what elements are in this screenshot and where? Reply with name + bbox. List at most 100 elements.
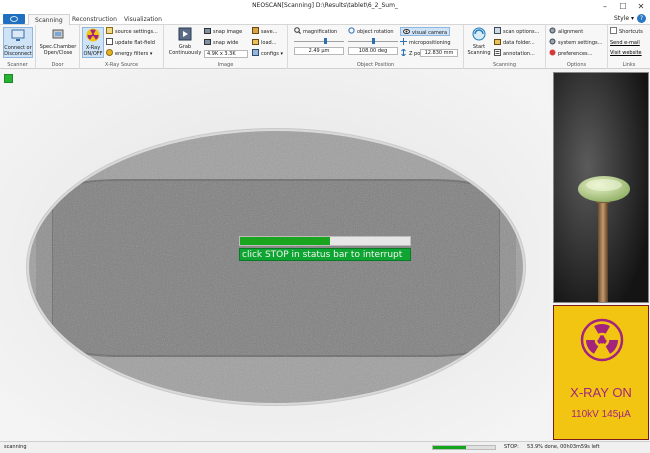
- tab-reconstruction[interactable]: Reconstruction: [66, 14, 123, 25]
- preferences-button[interactable]: preferences...: [549, 49, 592, 58]
- help-icon[interactable]: ?: [637, 14, 646, 23]
- group-label-xray-source: X-Ray Source: [104, 62, 139, 68]
- group-options: alignment system settings... preferences…: [546, 25, 608, 69]
- stop-button[interactable]: STOP:: [504, 442, 519, 453]
- radiation-icon: [86, 28, 100, 42]
- status-detail: 53.9% done, 00h03m59s left: [527, 444, 600, 450]
- grab-continuously-label: Grab Continuously: [168, 44, 202, 56]
- data-folder-label: data folder...: [503, 40, 535, 46]
- xray-status-text: X-RAY ON: [570, 385, 632, 400]
- update-flat-field-label: update flat-field: [115, 40, 155, 46]
- shortcuts-checkbox[interactable]: Shortcuts: [610, 27, 643, 36]
- filter-icon: [106, 49, 113, 56]
- system-gear-icon: [549, 38, 556, 45]
- xray-onoff-button[interactable]: X-Ray ON/OFF: [82, 27, 104, 58]
- load-button[interactable]: load...: [252, 38, 276, 47]
- update-flat-field-button[interactable]: update flat-field: [106, 38, 155, 47]
- radiation-warning-icon: [580, 318, 624, 362]
- visual-camera-label: visual camera: [412, 30, 448, 36]
- arrows-icon: [401, 49, 406, 56]
- configs-dropdown[interactable]: configs ▾: [252, 49, 283, 58]
- start-scanning-button[interactable]: Start Scanning: [466, 27, 492, 56]
- camera-image: [554, 73, 648, 302]
- magnification-control[interactable]: magnification: [294, 27, 337, 36]
- save-button[interactable]: save...: [252, 27, 277, 36]
- minimize-button[interactable]: –: [596, 0, 614, 13]
- alignment-button[interactable]: alignment: [549, 27, 583, 36]
- group-object-position: magnification 2.49 µm object rotation 10…: [288, 25, 464, 69]
- camera-icon: [204, 28, 211, 34]
- group-label-image: Image: [217, 62, 234, 68]
- system-settings-label: system settings...: [558, 40, 603, 46]
- xray-status-panel: X-RAY ON 110kV 145µA: [553, 305, 649, 440]
- annotation-label: annotation...: [503, 51, 535, 57]
- crosshair-icon: [400, 38, 407, 45]
- scan-progress-bar: [239, 236, 411, 246]
- rotation-slider[interactable]: [348, 38, 398, 44]
- ribbon: Connect or Disconnect Scanner Spec.Chamb…: [0, 25, 650, 69]
- magnifier-icon: [294, 27, 301, 34]
- object-rotation-label: object rotation: [357, 29, 394, 35]
- chamber-icon: [52, 29, 64, 39]
- magnification-value[interactable]: 2.49 µm: [294, 47, 344, 55]
- snap-wide-label: snap wide: [213, 40, 239, 46]
- scan-options-button[interactable]: scan options...: [494, 27, 539, 36]
- group-label-options: Options: [566, 62, 587, 68]
- group-links: Shortcuts Send e-mail Visit website Link…: [608, 25, 650, 69]
- source-settings-button[interactable]: source settings...: [106, 27, 158, 36]
- maximize-button[interactable]: ☐: [614, 0, 632, 13]
- group-label-links: Links: [622, 62, 636, 68]
- energy-filters-label: energy filters ▾: [115, 51, 153, 57]
- group-scanner: Connect or Disconnect Scanner: [0, 25, 36, 69]
- status-progress-bar: [432, 445, 496, 450]
- snap-image-label: snap image: [213, 29, 243, 35]
- tab-scanning[interactable]: Scanning: [28, 14, 70, 25]
- rotation-icon: [348, 27, 355, 34]
- magnification-slider[interactable]: [294, 38, 344, 44]
- group-label-scanner: Scanner: [7, 62, 28, 68]
- status-progress-fill: [433, 446, 467, 449]
- resolution-select[interactable]: 4.9K x 3.3K: [204, 50, 248, 58]
- snap-wide-button[interactable]: snap wide: [204, 38, 238, 47]
- micropositioning-button[interactable]: micropositioning: [400, 38, 451, 47]
- app-menu-button[interactable]: [3, 14, 25, 24]
- configs-label: configs ▾: [261, 51, 284, 57]
- visual-camera-view: [553, 72, 649, 303]
- folder-icon: [252, 39, 259, 45]
- gear-icon: [549, 27, 556, 34]
- z-pos-value[interactable]: 12.830 mm: [420, 49, 458, 57]
- close-button[interactable]: ✕: [632, 0, 650, 13]
- alignment-label: alignment: [558, 29, 584, 35]
- rotation-value[interactable]: 108.00 deg: [348, 47, 398, 55]
- play-icon: [178, 27, 192, 41]
- magnification-label: magnification: [303, 29, 338, 35]
- grab-continuously-button[interactable]: Grab Continuously: [166, 27, 204, 56]
- system-settings-button[interactable]: system settings...: [549, 38, 602, 47]
- send-email-link[interactable]: Send e-mail: [610, 40, 640, 46]
- status-bar: scanning STOP: 53.9% done, 00h03m59s lef…: [0, 441, 650, 453]
- data-folder-button[interactable]: data folder...: [494, 38, 535, 47]
- group-door: Spec.Chamber Open/Close Door: [36, 25, 80, 69]
- annotation-button[interactable]: annotation...: [494, 49, 535, 58]
- snap-image-button[interactable]: snap image: [204, 27, 242, 36]
- title-bar: NEOSCAN[Scanning] D:\Results\tablet\6_2_…: [0, 0, 650, 13]
- status-state: scanning: [4, 444, 27, 450]
- preferences-label: preferences...: [558, 51, 593, 57]
- visit-website-link[interactable]: Visit website: [610, 50, 642, 56]
- xray-viewport[interactable]: click STOP in status bar to interrupt: [0, 70, 550, 441]
- visual-camera-toggle[interactable]: visual camera: [400, 27, 451, 36]
- style-menu[interactable]: Style ▾: [614, 15, 634, 22]
- object-rotation-control[interactable]: object rotation: [348, 27, 394, 36]
- scan-options-label: scan options...: [503, 29, 540, 35]
- source-settings-label: source settings...: [115, 29, 158, 35]
- connect-button[interactable]: Connect or Disconnect: [3, 27, 33, 58]
- group-image: Grab Continuously snap image snap wide 4…: [164, 25, 288, 69]
- app-logo-icon: [10, 16, 18, 22]
- start-scanning-label: Start Scanning: [467, 44, 491, 56]
- tab-visualization[interactable]: Visualization: [118, 14, 168, 25]
- scan-progress-overlay: click STOP in status bar to interrupt: [239, 236, 411, 261]
- energy-filters-dropdown[interactable]: energy filters ▾: [106, 49, 152, 58]
- save-icon: [252, 27, 259, 34]
- spec-chamber-button[interactable]: Spec.Chamber Open/Close: [39, 27, 77, 56]
- heart-icon: [549, 49, 556, 56]
